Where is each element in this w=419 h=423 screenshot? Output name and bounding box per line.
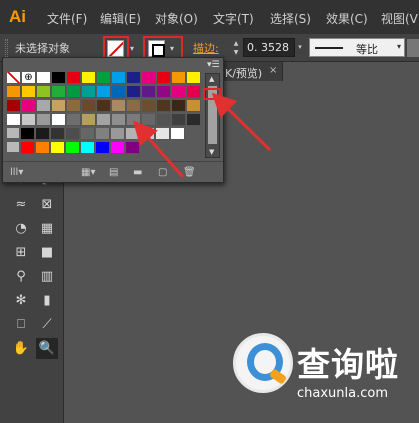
watermark-q-tail — [268, 368, 288, 385]
watermark-url: chaxunla.com — [297, 386, 388, 401]
arrow-to-scrollbar — [211, 92, 272, 152]
arrow-to-swatches — [133, 120, 185, 178]
watermark-logo — [233, 333, 293, 393]
watermark-title: 查询啦 — [297, 345, 399, 384]
